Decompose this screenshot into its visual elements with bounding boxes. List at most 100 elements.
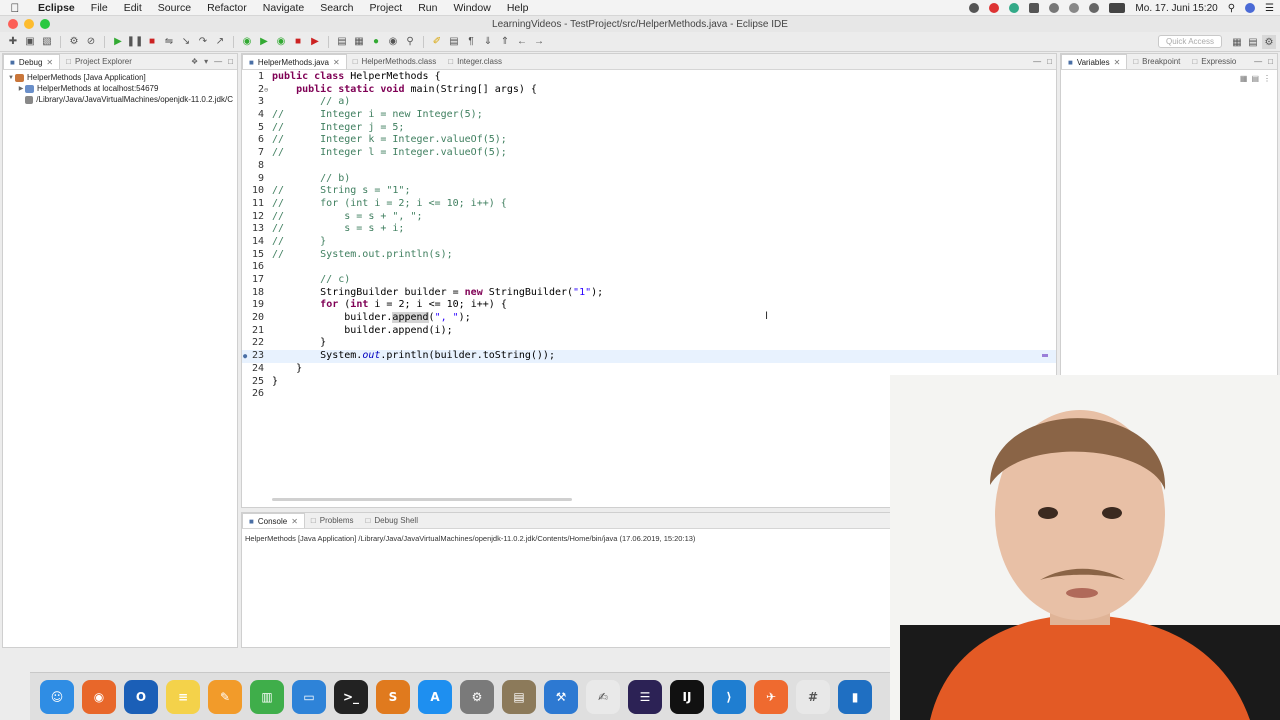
code-line[interactable]: 2 ⊖ public static void main(String[] args…	[242, 84, 1056, 97]
notes-icon[interactable]: ≡	[166, 679, 200, 714]
console-tab-1[interactable]: □ Problems	[305, 513, 360, 528]
resume-icon[interactable]: ▶	[111, 35, 125, 49]
tray-app-icon[interactable]	[989, 3, 1000, 13]
xcode-icon[interactable]: ⚒	[544, 679, 578, 714]
bluetooth-icon[interactable]	[1069, 3, 1080, 13]
maximize-view-icon[interactable]: □	[228, 57, 233, 66]
intellij-icon[interactable]: IJ	[670, 679, 704, 714]
sublime-icon[interactable]: S	[376, 679, 410, 714]
view-menu-icon[interactable]: ▾	[204, 57, 208, 66]
code-line[interactable]: 5 // Integer j = 5;	[242, 122, 1056, 135]
code-line[interactable]: 16	[242, 261, 1056, 274]
debug-perspective-icon[interactable]: ⚙	[1262, 35, 1276, 49]
minimize-variables-icon[interactable]: —	[1254, 57, 1262, 66]
new-java-project-icon[interactable]: ▤	[335, 35, 349, 49]
notification-center-icon[interactable]: ☰	[1265, 3, 1274, 14]
current-line-marker[interactable]	[1042, 354, 1048, 357]
fold-icon[interactable]: ⊖	[264, 84, 268, 97]
spotlight-icon[interactable]: ⚲	[1228, 3, 1235, 14]
record-icon[interactable]	[969, 3, 980, 13]
code-line[interactable]: 4 // Integer i = new Integer(5);	[242, 109, 1056, 122]
code-line[interactable]: 18 StringBuilder builder = new StringBui…	[242, 287, 1056, 300]
firefox-icon[interactable]: ◉	[82, 679, 116, 714]
wifi-icon[interactable]	[1089, 3, 1100, 13]
debug-tree-row[interactable]: /Library/Java/JavaVirtualMachines/openjd…	[7, 94, 233, 105]
code-line[interactable]: 12 // s = s + ", ";	[242, 211, 1056, 224]
previous-annotation-icon[interactable]: ⇑	[498, 35, 512, 49]
variables-tab-2[interactable]: □ Expressio	[1186, 54, 1242, 69]
breakpoint-marker-icon[interactable]: ●	[243, 350, 247, 363]
code-line[interactable]: 1 public class HelperMethods {	[242, 71, 1056, 84]
maximize-editor-icon[interactable]: □	[1047, 57, 1052, 66]
numbers-icon[interactable]: ▥	[250, 679, 284, 714]
maximize-variables-icon[interactable]: □	[1268, 57, 1273, 66]
code-line[interactable]: 11 // for (int i = 2; i <= 10; i++) {	[242, 198, 1056, 211]
show-whitespace-icon[interactable]: ¶	[464, 35, 478, 49]
step-over-icon[interactable]: ↷	[196, 35, 210, 49]
zoom-window-button[interactable]	[40, 19, 50, 29]
coverage-icon[interactable]: ◉	[274, 35, 288, 49]
time-machine-icon[interactable]	[1049, 3, 1060, 13]
skip-breakpoints-icon[interactable]: ⊘	[84, 35, 98, 49]
menu-search[interactable]: Search	[312, 2, 361, 14]
debug-run-icon[interactable]: ◉	[240, 35, 254, 49]
code-line[interactable]: 10 // String s = "1";	[242, 185, 1056, 198]
close-tab-icon[interactable]: ✕	[333, 58, 340, 67]
postman-icon[interactable]: ✈	[754, 679, 788, 714]
close-tab-icon[interactable]: ✕	[1114, 58, 1121, 67]
disconnect-icon[interactable]: ⇋	[162, 35, 176, 49]
code-line[interactable]: 23 ● System.out.println(builder.toString(…	[242, 350, 1056, 363]
remove-terminated-icon[interactable]: ❖	[191, 57, 198, 66]
menu-window[interactable]: Window	[445, 2, 498, 14]
toggle-block-selection-icon[interactable]: ▤	[447, 35, 461, 49]
layout-icon[interactable]: ▦	[1240, 74, 1248, 83]
menu-app-name[interactable]: Eclipse	[30, 2, 83, 14]
build-icon[interactable]: ⚙	[67, 35, 81, 49]
collapsed-arrow-icon[interactable]: ▶	[17, 85, 25, 92]
open-type-icon[interactable]: ◉	[386, 35, 400, 49]
menu-navigate[interactable]: Navigate	[255, 2, 312, 14]
siri-icon[interactable]	[1245, 3, 1256, 13]
code-line[interactable]: 22 }	[242, 337, 1056, 350]
next-annotation-icon[interactable]: ⇓	[481, 35, 495, 49]
external-tools-icon[interactable]: ▶	[308, 35, 322, 49]
eclipse-icon[interactable]: ☰	[628, 679, 662, 714]
display-icon[interactable]	[1029, 3, 1040, 13]
app-store-icon[interactable]: A	[418, 679, 452, 714]
editor-tab-0[interactable]: ■ HelperMethods.java ✕	[242, 54, 347, 69]
code-line[interactable]: 8	[242, 160, 1056, 173]
suspend-icon[interactable]: ❚❚	[127, 35, 144, 49]
archive-utility-icon[interactable]: ▤	[502, 679, 536, 714]
menu-clock[interactable]: Mo. 17. Juni 15:20	[1135, 3, 1217, 14]
open-perspective-icon[interactable]: ▦	[1230, 35, 1244, 49]
stop-icon[interactable]: ■	[291, 35, 305, 49]
forward-icon[interactable]: →	[532, 35, 546, 49]
system-preferences-icon[interactable]: ⚙	[460, 679, 494, 714]
collapse-all-icon[interactable]: ▤	[1251, 74, 1259, 83]
textedit-icon[interactable]: ✍	[586, 679, 620, 714]
code-line[interactable]: 24 }	[242, 363, 1056, 376]
code-line[interactable]: 3 // a)	[242, 96, 1056, 109]
quick-access-input[interactable]: Quick Access	[1158, 35, 1222, 48]
close-tab-icon[interactable]: ✕	[291, 517, 298, 526]
code-line[interactable]: 19 for (int i = 2; i <= 10; i++) {	[242, 299, 1056, 312]
trello-icon[interactable]: ▮	[838, 679, 872, 714]
apple-icon[interactable]: 	[0, 1, 30, 15]
close-window-button[interactable]	[8, 19, 18, 29]
code-line[interactable]: 14 // }	[242, 236, 1056, 249]
code-line[interactable]: 9 // b)	[242, 173, 1056, 186]
java-perspective-icon[interactable]: ▤	[1246, 35, 1260, 49]
debug-tree-row[interactable]: ▶ HelperMethods at localhost:54679	[7, 83, 233, 94]
menu-source[interactable]: Source	[150, 2, 199, 14]
close-tab-icon[interactable]: ✕	[46, 58, 53, 67]
minimize-view-icon[interactable]: —	[214, 57, 222, 66]
pages-icon[interactable]: ✎	[208, 679, 242, 714]
menu-run[interactable]: Run	[410, 2, 445, 14]
finder-icon[interactable]: ☺	[40, 679, 74, 714]
run-icon[interactable]: ▶	[257, 35, 271, 49]
editor-tab-2[interactable]: □ Integer.class	[442, 54, 508, 69]
search-icon[interactable]: ⚲	[403, 35, 417, 49]
code-line[interactable]: 13 // s = s + i;	[242, 223, 1056, 236]
sync-icon[interactable]	[1009, 3, 1020, 13]
new-icon[interactable]: ✚	[6, 35, 20, 49]
